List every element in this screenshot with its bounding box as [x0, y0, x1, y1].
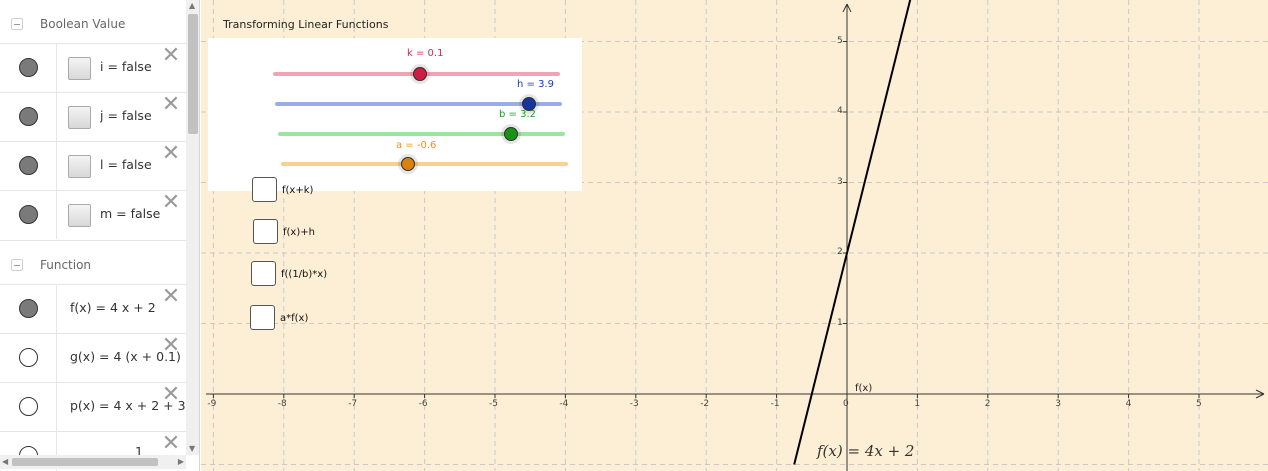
delete-icon[interactable]: ✕: [160, 45, 182, 69]
x-tick-label: 1: [914, 399, 921, 409]
scrollbar-thumb[interactable]: [188, 14, 198, 134]
x-tick-label: -2: [700, 399, 710, 409]
checkbox-caption: a*f(x): [280, 313, 309, 324]
visibility-toggle-icon[interactable]: [19, 397, 38, 416]
scroll-up-icon[interactable]: ▲: [189, 2, 197, 10]
checkbox-caption: f(x)+h: [283, 227, 315, 238]
slider-b-knob[interactable]: [501, 124, 521, 144]
x-tick-label: 2: [984, 399, 991, 409]
checkbox-f-x-plus-k[interactable]: [252, 177, 277, 202]
slider-a-label: a = -0.6: [396, 140, 437, 151]
x-tick-label: 4: [1125, 399, 1132, 409]
x-tick-label: -8: [277, 399, 287, 409]
slider-b-track[interactable]: [278, 132, 565, 136]
scroll-down-icon[interactable]: ▼: [189, 445, 197, 453]
algebra-row-p[interactable]: p(x) = 4 x + 2 + 3.9 ✕: [0, 382, 186, 431]
y-tick-label: 1: [837, 317, 843, 328]
page-title: Transforming Linear Functions: [223, 18, 389, 31]
x-tick-label: -5: [489, 399, 498, 409]
x-axis-arrow: [1255, 393, 1265, 399]
checkbox-a-times-f[interactable]: [250, 305, 275, 330]
x-tick-label: -9: [207, 399, 217, 409]
scrollbar-thumb[interactable]: [12, 458, 158, 466]
y-tick-label: 3: [837, 176, 843, 187]
delete-icon[interactable]: ✕: [160, 94, 182, 118]
slider-h-label: h = 3.9: [517, 79, 554, 90]
checkbox-caption: f(x+k): [282, 185, 314, 196]
algebra-row-l[interactable]: l = false ✕: [0, 141, 186, 190]
checkbox-f-x-plus-h[interactable]: [253, 219, 278, 244]
algebra-row-text[interactable]: i = false: [100, 59, 152, 74]
algebra-row-f[interactable]: f(x) = 4 x + 2 ✕: [0, 284, 186, 333]
x-tick-label: -4: [559, 399, 569, 409]
visibility-toggle-icon[interactable]: [19, 58, 38, 77]
delete-icon[interactable]: ✕: [160, 192, 182, 216]
visibility-toggle-icon[interactable]: [19, 348, 38, 367]
graphics-view[interactable]: -9 -8 -7 -6 -5 -4 -3 -2 -1 0 1 2 3 4 5 1 2 3 4 5 Transform…: [201, 0, 1268, 471]
x-tick-label: 5: [1196, 399, 1202, 409]
y-tick-label: 4: [837, 106, 843, 116]
visibility-toggle-icon[interactable]: [19, 205, 38, 224]
algebra-row-text[interactable]: j = false: [100, 108, 152, 123]
slider-a-track[interactable]: [281, 162, 568, 166]
boolean-checkbox[interactable]: [68, 106, 91, 129]
algebra-row-i[interactable]: i = false ✕: [0, 43, 186, 92]
boolean-checkbox[interactable]: [68, 57, 91, 80]
visibility-toggle-icon[interactable]: [19, 299, 38, 318]
boolean-checkbox[interactable]: [68, 204, 91, 227]
collapse-icon[interactable]: [11, 18, 23, 30]
slider-b-label: b = 3.2: [499, 109, 536, 120]
algebra-row-text[interactable]: l = false: [100, 157, 152, 172]
delete-icon[interactable]: ✕: [160, 433, 182, 457]
checkbox-caption: f((1/b)*x): [281, 269, 328, 280]
y-axis-arrow: [846, 3, 852, 13]
delete-icon[interactable]: ✕: [160, 335, 182, 359]
algebra-row-text[interactable]: m = false: [100, 206, 160, 221]
x-tick-label: -7: [348, 399, 358, 409]
group-header-label: Function: [40, 257, 92, 272]
vertical-scrollbar[interactable]: ▲ ▼: [186, 0, 199, 455]
y-axis-arrow: [842, 3, 848, 13]
boolean-checkbox[interactable]: [68, 155, 91, 178]
horizontal-scrollbar[interactable]: ◀ ▶: [0, 455, 186, 469]
function-caption: f(x) = 4x + 2: [817, 442, 915, 460]
algebra-row-j[interactable]: j = false ✕: [0, 92, 186, 141]
group-header-boolean[interactable]: Boolean Value: [0, 0, 186, 48]
x-axis-arrow: [1255, 389, 1265, 395]
delete-icon[interactable]: ✕: [160, 384, 182, 408]
slider-k-label: k = 0.1: [407, 48, 444, 59]
function-line-f: [793, 0, 912, 465]
scroll-right-icon[interactable]: ▶: [178, 457, 184, 467]
algebra-row-g[interactable]: g(x) = 4 (x + 0.1) + ✕: [0, 333, 186, 382]
x-tick-label: -1: [770, 399, 780, 409]
x-tick-label: 3: [1055, 399, 1061, 409]
x-tick-label: -6: [418, 399, 428, 409]
algebra-row-m[interactable]: m = false ✕: [0, 190, 186, 239]
collapse-icon[interactable]: [11, 258, 23, 271]
function-label: f(x): [855, 383, 873, 394]
group-header-function[interactable]: Function: [0, 240, 186, 288]
x-tick-label: -3: [629, 399, 639, 409]
visibility-toggle-icon[interactable]: [19, 107, 38, 126]
y-tick-label: 2: [837, 247, 843, 257]
y-tick-label: 5: [837, 35, 843, 46]
x-tick-label: 0: [843, 399, 849, 409]
group-header-label: Boolean Value: [40, 17, 126, 31]
algebra-panel: Boolean Value i = false ✕ j = false ✕ l …: [0, 0, 200, 471]
slider-a-knob[interactable]: [398, 154, 418, 174]
delete-icon[interactable]: ✕: [160, 143, 182, 167]
checkbox-f-scaled-x[interactable]: [251, 261, 276, 286]
delete-icon[interactable]: ✕: [160, 286, 182, 310]
visibility-toggle-icon[interactable]: [19, 156, 38, 175]
scroll-left-icon[interactable]: ◀: [2, 457, 8, 467]
slider-k-knob[interactable]: [410, 64, 430, 84]
